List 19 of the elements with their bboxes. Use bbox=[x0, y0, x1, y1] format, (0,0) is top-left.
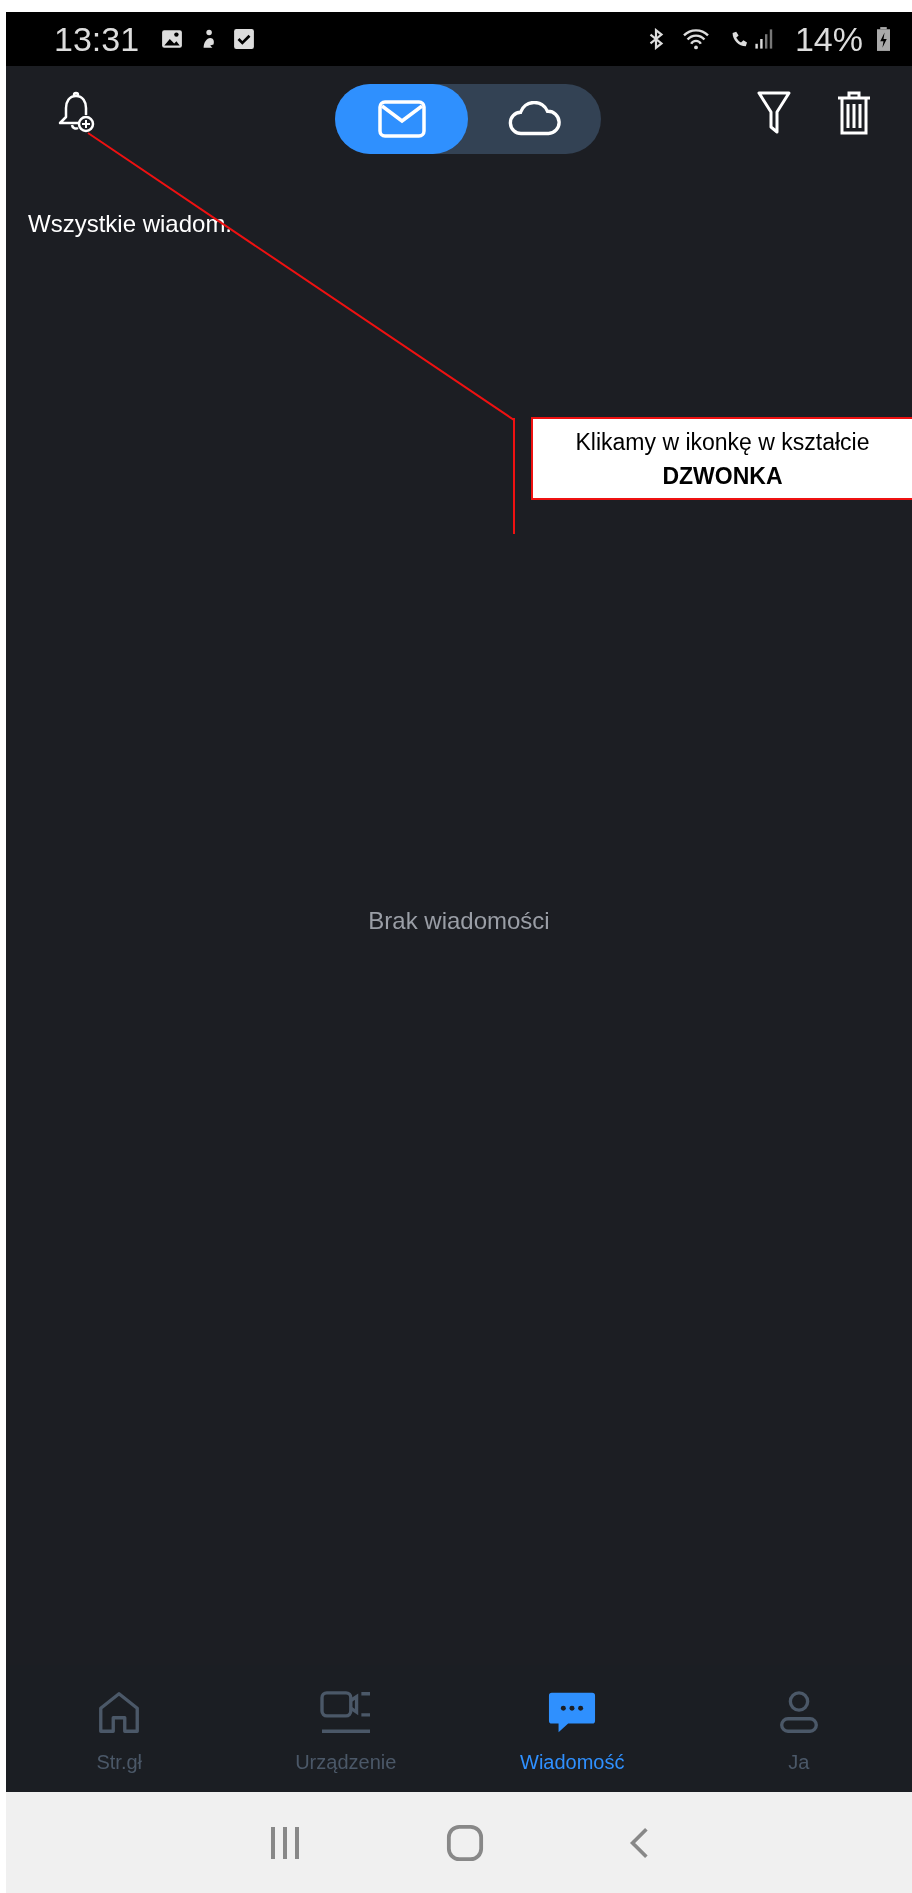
annotation-callout: Klikamy w ikonkę w kształcie DZWONKA bbox=[531, 417, 912, 500]
recent-apps-icon[interactable] bbox=[268, 1824, 302, 1861]
checkbox-icon bbox=[233, 28, 256, 50]
home-icon[interactable] bbox=[446, 1823, 484, 1862]
image-icon bbox=[161, 28, 184, 50]
battery-percentage: 14% bbox=[794, 19, 863, 59]
envelope-icon bbox=[377, 100, 426, 138]
wifi-icon bbox=[680, 27, 711, 51]
empty-message: Brak wiadomości bbox=[368, 906, 550, 935]
nav-tab[interactable]: Wiadomość bbox=[459, 1665, 686, 1792]
trash-icon[interactable] bbox=[836, 90, 872, 136]
battery-icon bbox=[877, 27, 890, 51]
nav-tab[interactable]: Urządzenie bbox=[232, 1665, 459, 1792]
nav-tab[interactable]: Str.gł bbox=[6, 1665, 233, 1792]
bell-icon[interactable] bbox=[56, 91, 96, 135]
nav-tab[interactable]: Ja bbox=[685, 1665, 912, 1792]
cloud-icon bbox=[507, 101, 562, 137]
clock: 13:31 bbox=[54, 19, 140, 59]
filter-icon[interactable] bbox=[756, 90, 792, 136]
